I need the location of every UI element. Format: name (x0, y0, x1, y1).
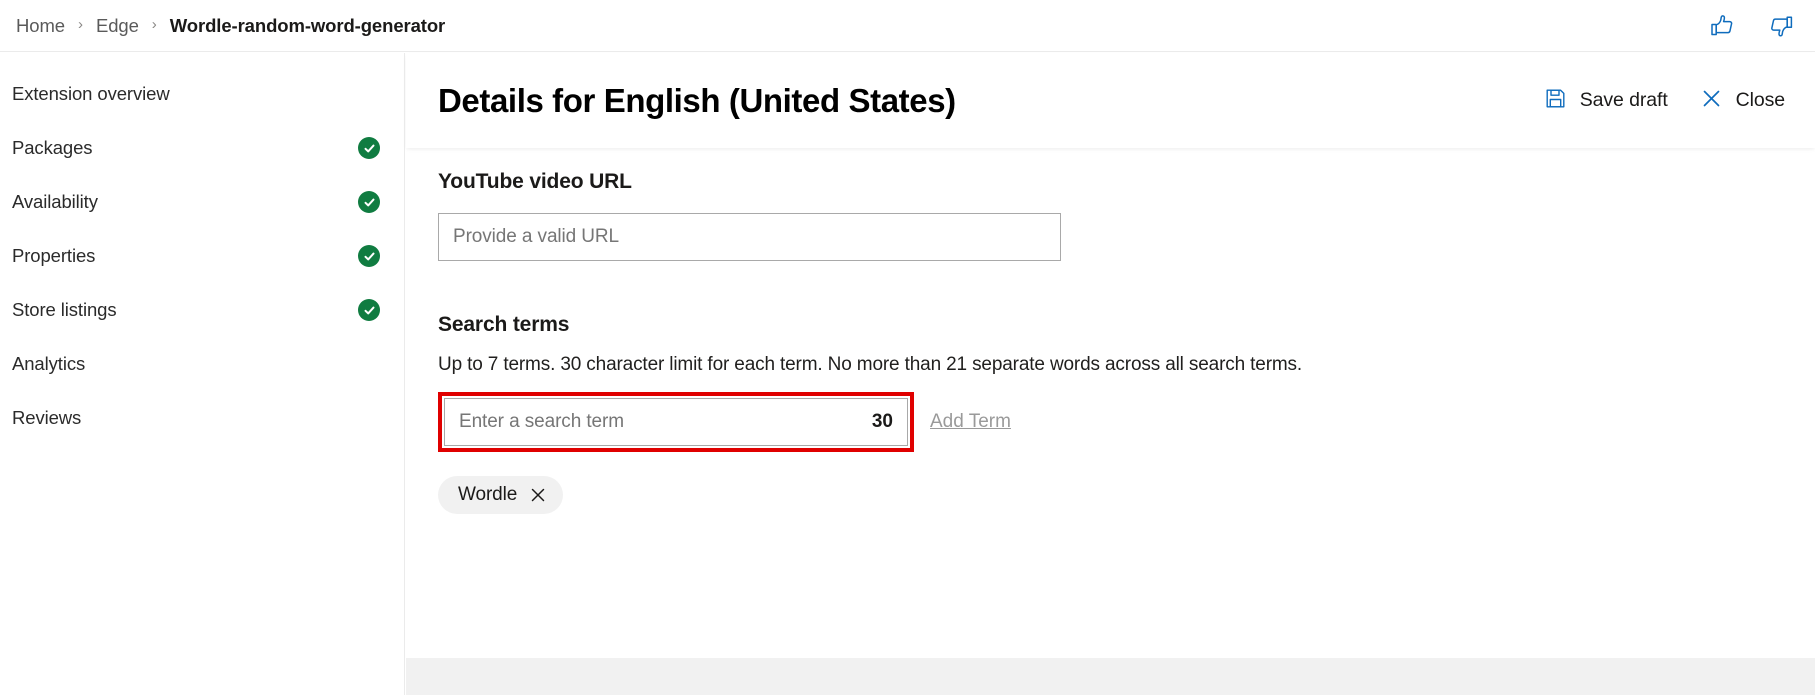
search-term-highlight: Enter a search term 30 (438, 392, 914, 452)
sidebar-item-label: Store listings (12, 299, 117, 320)
youtube-url-label: YouTube video URL (438, 170, 632, 193)
breadcrumb: Home › Edge › Wordle-random-word-generat… (0, 15, 451, 37)
sidebar-item-label: Extension overview (12, 83, 170, 104)
youtube-url-input[interactable]: Provide a valid URL (438, 213, 1061, 261)
search-term-chip: Wordle (438, 476, 564, 514)
breadcrumb-separator-icon: › (77, 16, 83, 33)
breadcrumb-item-edge[interactable]: Edge (90, 15, 145, 37)
search-term-entry-row: Enter a search term 30 Add Term (438, 392, 1815, 452)
thumbs-up-icon[interactable] (1707, 11, 1737, 41)
check-circle-icon (358, 191, 380, 213)
thumbs-down-icon[interactable] (1767, 11, 1797, 41)
check-circle-icon (358, 245, 380, 267)
feedback-actions (1707, 0, 1797, 52)
search-terms-description: Up to 7 terms. 30 character limit for ea… (438, 354, 1303, 375)
sidebar-item-label: Packages (12, 137, 93, 158)
sidebar-item-reviews[interactable]: Reviews (0, 391, 404, 445)
page-title: Details for English (United States) (438, 81, 956, 119)
top-breadcrumb-bar: Home › Edge › Wordle-random-word-generat… (0, 0, 1815, 52)
chip-label: Wordle (458, 484, 518, 505)
sidebar-item-store-listings[interactable]: Store listings (0, 283, 404, 337)
search-terms-section: Search terms Up to 7 terms. 30 character… (438, 313, 1815, 514)
search-term-placeholder: Enter a search term (459, 411, 624, 432)
main-header: Details for English (United States) Save… (406, 53, 1815, 148)
footer-bar (406, 658, 1815, 695)
check-circle-icon (358, 299, 380, 321)
check-circle-icon (358, 137, 380, 159)
main-content-pane: Details for English (United States) Save… (406, 53, 1815, 695)
save-draft-button[interactable]: Save draft (1540, 81, 1672, 121)
breadcrumb-item-current: Wordle-random-word-generator (169, 14, 446, 36)
sidebar-navigation: Extension overview Packages Availability… (0, 53, 405, 695)
form-content: YouTube video URL Provide a valid URL Se… (406, 148, 1815, 632)
sidebar-item-extension-overview[interactable]: Extension overview (0, 67, 404, 121)
sidebar-item-availability[interactable]: Availability (0, 175, 404, 229)
youtube-url-section: YouTube video URL Provide a valid URL (438, 170, 1815, 261)
sidebar-item-analytics[interactable]: Analytics (0, 337, 404, 391)
breadcrumb-separator-icon: › (151, 16, 157, 33)
sidebar-item-label: Availability (12, 191, 98, 212)
sidebar-item-properties[interactable]: Properties (0, 229, 404, 283)
search-terms-label: Search terms (438, 313, 570, 336)
sidebar-item-label: Analytics (12, 353, 86, 374)
close-label: Close (1735, 89, 1785, 111)
sidebar-item-label: Properties (12, 245, 96, 266)
close-button[interactable]: Close (1696, 81, 1789, 121)
close-x-icon[interactable] (529, 486, 547, 504)
header-actions: Save draft Close (1540, 53, 1789, 148)
close-x-icon (1700, 87, 1723, 115)
breadcrumb-item-home[interactable]: Home (10, 15, 71, 37)
character-counter: 30 (871, 411, 893, 432)
youtube-url-placeholder: Provide a valid URL (453, 226, 620, 247)
sidebar-item-label: Reviews (12, 407, 82, 428)
add-term-button[interactable]: Add Term (930, 411, 1011, 433)
search-term-chip-list: Wordle (438, 476, 1815, 514)
save-floppy-icon (1544, 87, 1567, 115)
search-term-input[interactable]: Enter a search term 30 (444, 398, 908, 446)
save-draft-label: Save draft (1579, 89, 1668, 111)
sidebar-item-packages[interactable]: Packages (0, 121, 404, 175)
